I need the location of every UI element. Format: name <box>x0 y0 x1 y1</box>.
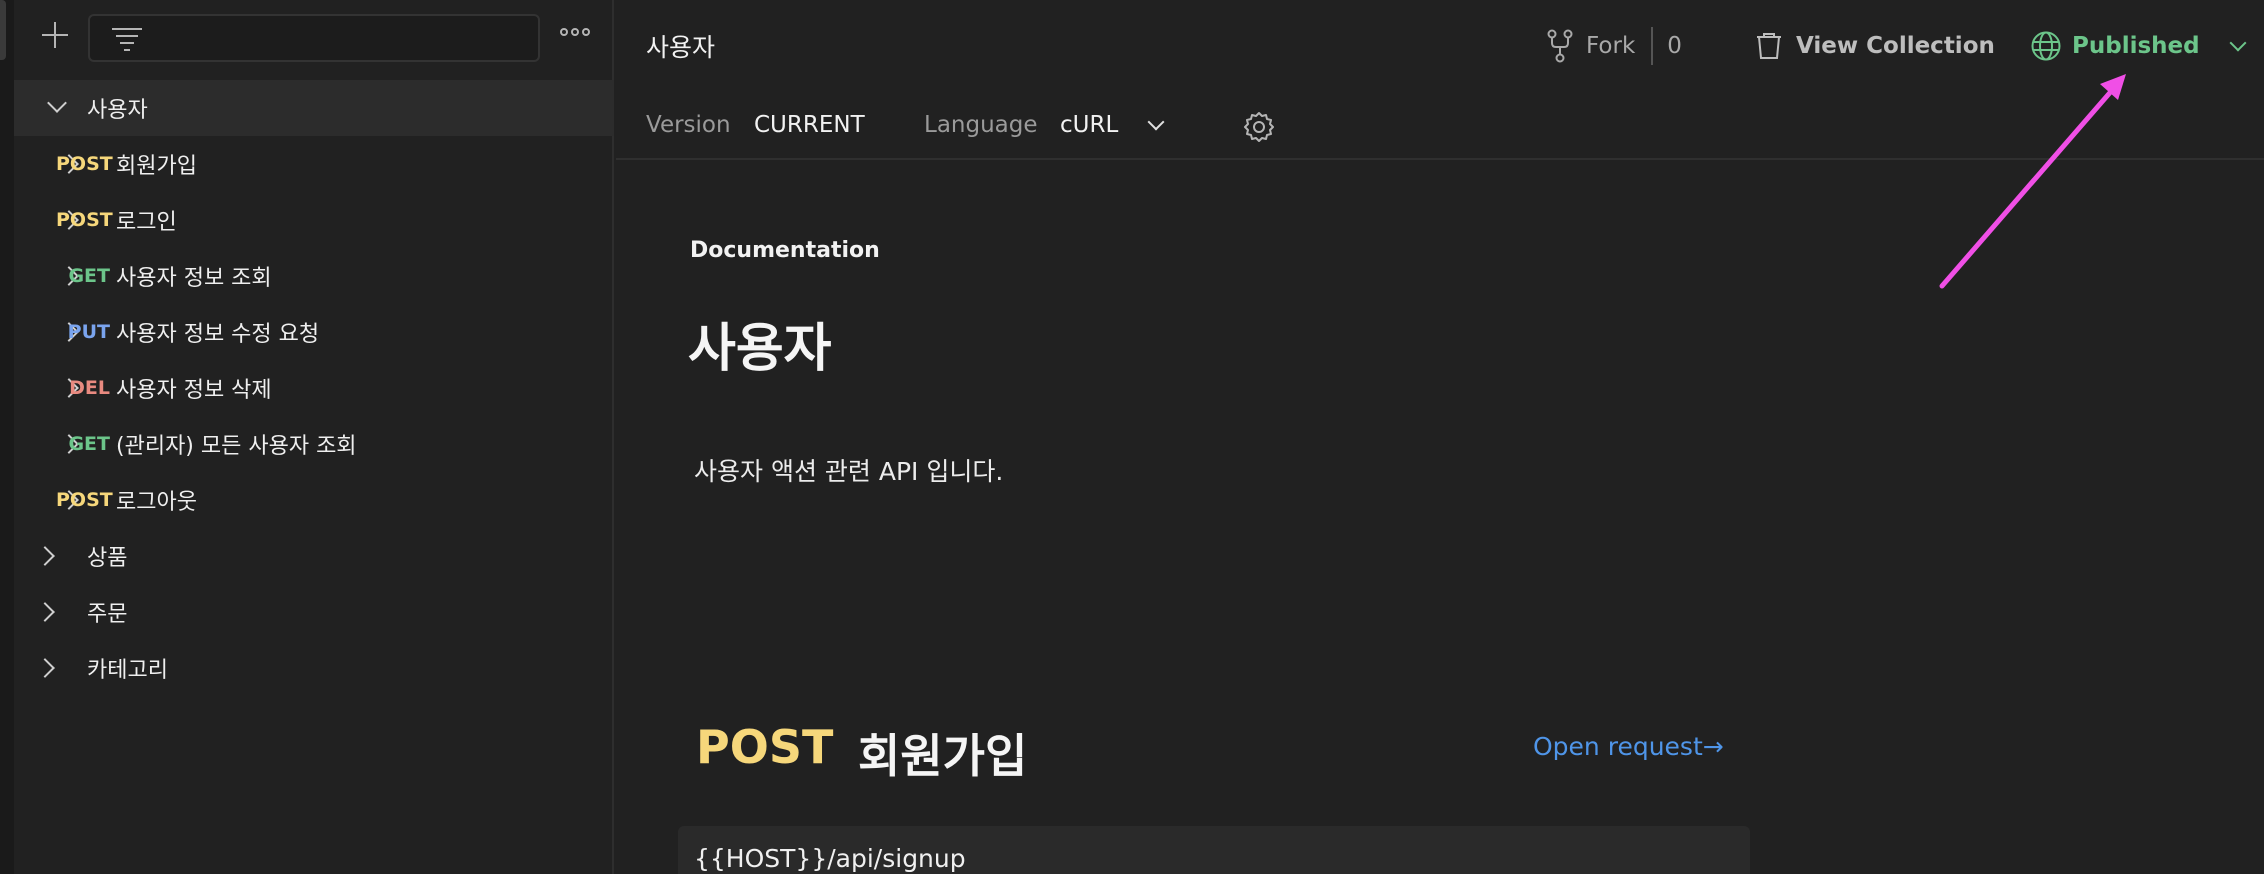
published-label: Published <box>2072 33 2200 59</box>
request-label: 로그아웃 <box>116 490 197 515</box>
language-label: Language <box>924 112 1038 138</box>
folder-orders[interactable]: 주문 <box>14 584 614 640</box>
fork-divider <box>1651 27 1654 65</box>
language-select[interactable]: cURL <box>1060 112 1118 138</box>
request-delete-user[interactable]: DEL 사용자 정보 삭제 <box>14 360 614 416</box>
fork-icon <box>1547 29 1573 63</box>
method-badge: PUT <box>67 321 110 343</box>
folder-label: 사용자 <box>87 98 148 123</box>
open-request-link[interactable]: Open request→ <box>1533 732 1724 761</box>
method-badge: POST <box>56 489 113 511</box>
method-badge: POST <box>56 153 113 175</box>
published-dropdown[interactable]: Published <box>2030 28 2247 64</box>
request-get-user[interactable]: GET 사용자 정보 조회 <box>14 248 614 304</box>
doc-title: 사용자 <box>688 319 832 379</box>
chevron-down-icon[interactable] <box>1147 113 1165 131</box>
request-admin-list-users[interactable]: GET (관리자) 모든 사용자 조회 <box>14 416 614 472</box>
view-collection-label: View Collection <box>1796 33 1995 59</box>
chevron-down-icon <box>2229 34 2247 52</box>
edge-tab[interactable] <box>0 0 6 60</box>
sidebar: 사용자 POST 회원가입 POST 로그인 GET 사용자 정보 조회 PUT… <box>14 0 614 874</box>
fork-count: 0 <box>1667 33 1682 59</box>
collection-tree: 사용자 POST 회원가입 POST 로그인 GET 사용자 정보 조회 PUT… <box>14 80 614 696</box>
request-logout[interactable]: POST 로그아웃 <box>14 472 614 528</box>
version-select[interactable]: CURRENT <box>754 112 865 138</box>
request-method: POST <box>696 720 834 774</box>
add-icon[interactable] <box>40 20 70 50</box>
version-label: Version <box>646 112 731 138</box>
folder-label: 상품 <box>87 546 128 571</box>
chevron-down-icon[interactable] <box>47 93 67 113</box>
doc-toolbar: Version CURRENT Language cURL <box>616 90 2264 160</box>
folder-label: 카테고리 <box>87 658 168 683</box>
doc-description: 사용자 액션 관련 API 입니다. <box>694 457 1004 486</box>
request-login[interactable]: POST 로그인 <box>14 192 614 248</box>
documentation-label: Documentation <box>690 238 880 263</box>
fork-label: Fork <box>1586 33 1636 59</box>
folder-label: 주문 <box>87 602 128 627</box>
chevron-right-icon[interactable] <box>35 658 55 678</box>
globe-icon <box>2031 31 2061 61</box>
request-url-box: {{HOST}}/api/signup <box>678 826 1750 874</box>
filter-icon <box>112 28 142 51</box>
more-options-icon[interactable] <box>560 28 592 42</box>
method-badge: POST <box>56 209 113 231</box>
method-badge: DEL <box>69 377 110 399</box>
request-label: (관리자) 모든 사용자 조회 <box>116 434 357 459</box>
sidebar-toolbar <box>14 0 614 76</box>
gear-icon[interactable] <box>1242 110 1276 144</box>
folder-products[interactable]: 상품 <box>14 528 614 584</box>
collection-icon <box>1757 33 1781 59</box>
method-badge: GET <box>68 433 110 455</box>
request-label: 사용자 정보 조회 <box>116 266 272 291</box>
request-label: 사용자 정보 삭제 <box>116 378 272 403</box>
view-collection-button[interactable]: View Collection <box>1754 28 1995 64</box>
request-update-user[interactable]: PUT 사용자 정보 수정 요청 <box>14 304 614 360</box>
request-signup[interactable]: POST 회원가입 <box>14 136 614 192</box>
left-edge-strip <box>0 0 14 874</box>
folder-categories[interactable]: 카테고리 <box>14 640 614 696</box>
request-label: 회원가입 <box>116 154 197 179</box>
page-title: 사용자 <box>646 33 716 62</box>
chevron-right-icon[interactable] <box>35 546 55 566</box>
request-label: 사용자 정보 수정 요청 <box>116 322 320 347</box>
folder-users[interactable]: 사용자 <box>14 80 614 136</box>
filter-input[interactable] <box>88 14 540 62</box>
main-panel: 사용자 Fork 0 View Collection Published Ver… <box>616 0 2264 874</box>
request-label: 로그인 <box>116 210 177 235</box>
fork-button[interactable]: Fork 0 <box>1546 27 1682 65</box>
request-name: 회원가입 <box>858 729 1028 783</box>
request-url: {{HOST}}/api/signup <box>694 844 966 873</box>
chevron-right-icon[interactable] <box>35 602 55 622</box>
method-badge: GET <box>68 265 110 287</box>
